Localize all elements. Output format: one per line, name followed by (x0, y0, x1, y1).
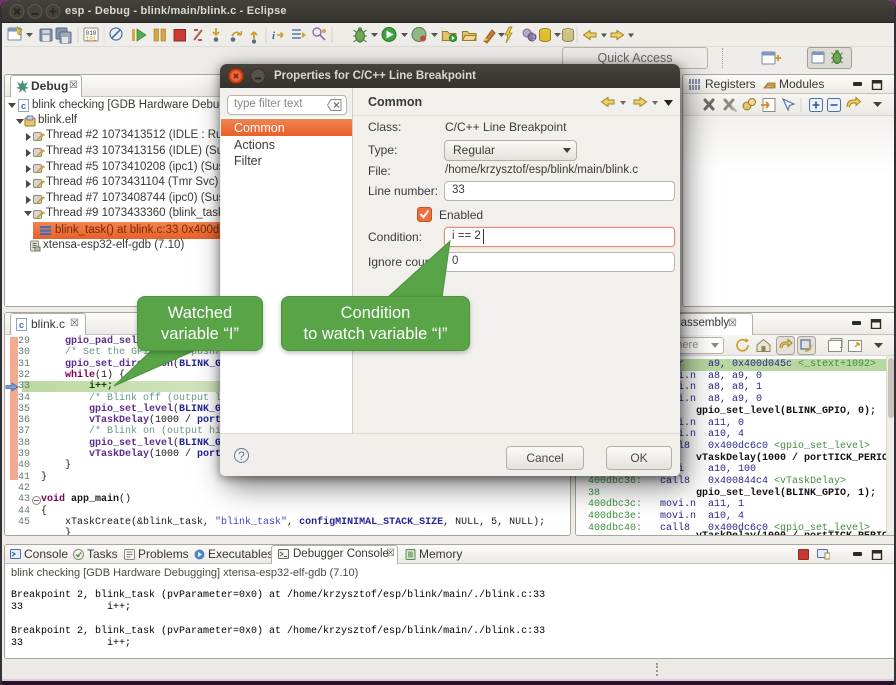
svg-text:101: 101 (86, 36, 97, 43)
svg-text:c: c (19, 320, 24, 330)
svg-text:i: i (272, 30, 276, 42)
svg-text:c: c (21, 101, 26, 111)
